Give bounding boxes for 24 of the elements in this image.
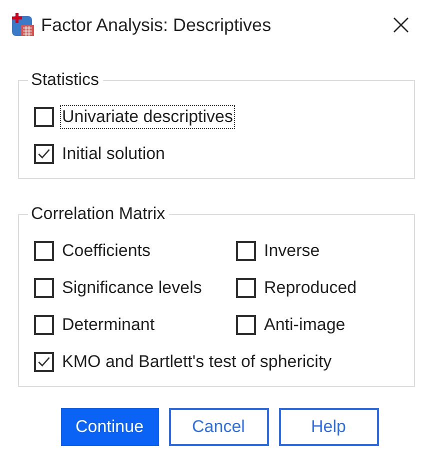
dialog-button[interactable]: Continue (60, 408, 158, 446)
checkbox[interactable] (236, 278, 256, 298)
checkbox-label[interactable]: Reproduced (262, 276, 359, 300)
checkbox-label[interactable]: Initial solution (60, 142, 168, 166)
checkbox-label[interactable]: Anti-image (262, 313, 348, 337)
checkbox-label[interactable]: Univariate descriptives (60, 105, 236, 129)
checkbox-label[interactable]: Determinant (60, 313, 157, 337)
checkbox[interactable] (34, 107, 54, 127)
checkbox-label[interactable]: Coefficients (60, 239, 153, 263)
close-icon[interactable] (393, 17, 409, 33)
checkbox[interactable] (34, 352, 54, 372)
window-title: Factor Analysis: Descriptives (41, 14, 272, 36)
checkbox[interactable] (34, 278, 54, 298)
checkbox-label[interactable]: Inverse (262, 239, 322, 263)
dialog-button[interactable]: Help (278, 408, 378, 446)
checkbox[interactable] (34, 241, 54, 261)
checkbox[interactable] (236, 315, 256, 335)
dialog-button[interactable]: Cancel (168, 408, 268, 446)
checkbox-label[interactable]: KMO and Bartlett's test of sphericity (60, 350, 334, 374)
checkbox[interactable] (34, 144, 54, 164)
checkbox[interactable] (236, 241, 256, 261)
checkbox[interactable] (34, 315, 54, 335)
checkbox-label[interactable]: Significance levels (60, 276, 204, 300)
app-icon (11, 13, 35, 37)
